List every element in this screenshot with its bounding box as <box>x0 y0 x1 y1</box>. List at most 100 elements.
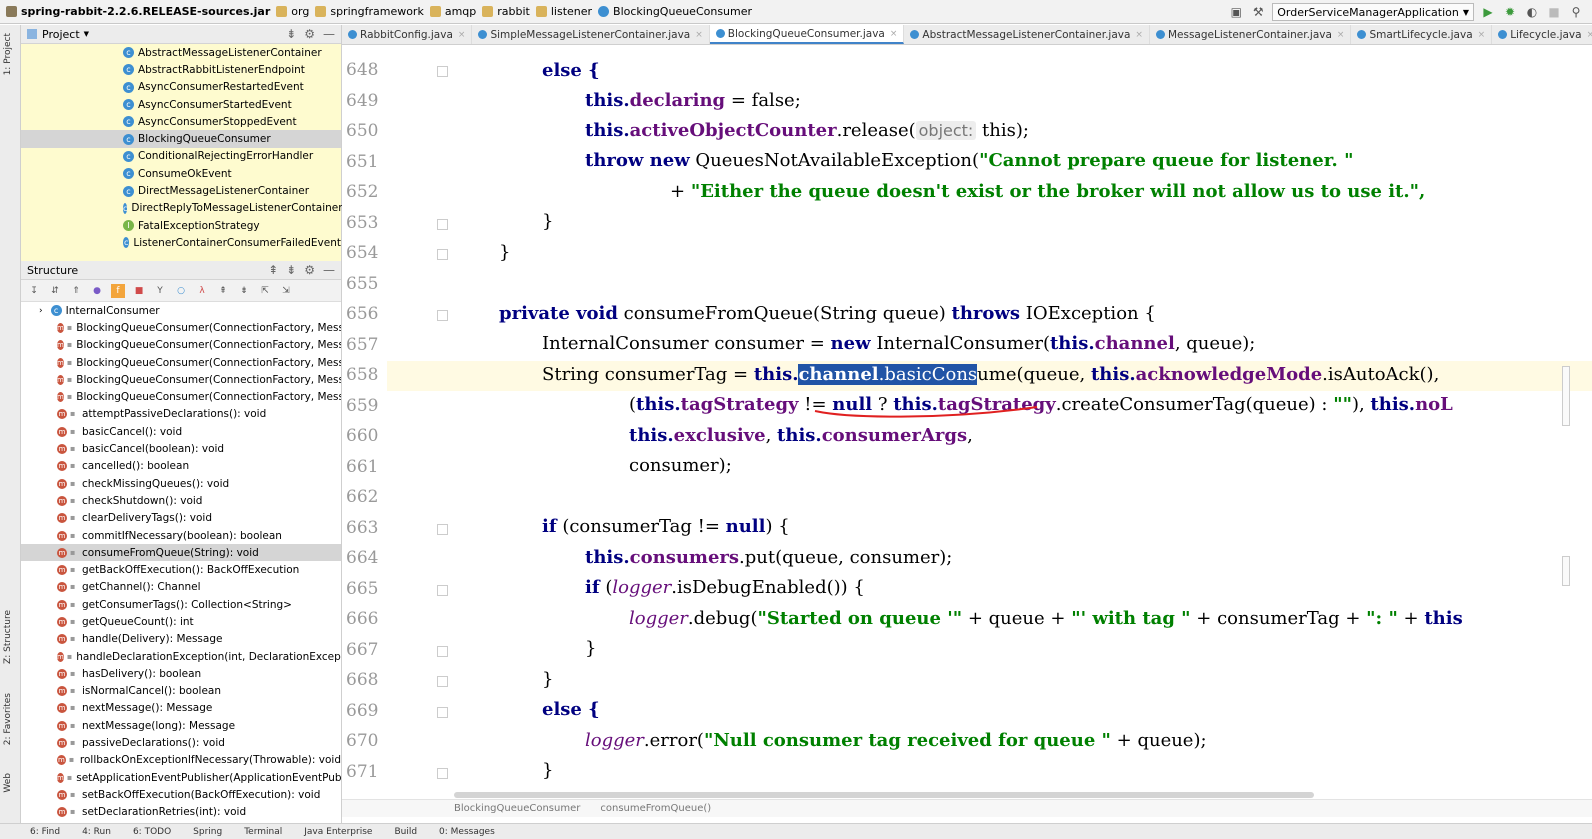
bottom-tool-tab[interactable]: Java Enterprise <box>304 827 372 837</box>
editor-breadcrumb-class[interactable]: BlockingQueueConsumer <box>454 803 580 814</box>
expand-all-icon[interactable]: ⇞ <box>268 263 278 277</box>
structure-item[interactable]: m ▪ getConsumerTags(): Collection<String> <box>21 596 341 613</box>
coverage-icon[interactable]: ◐ <box>1524 4 1540 20</box>
structure-item[interactable]: m ▪ nextMessage(): Message <box>21 700 341 717</box>
structure-tool-tab[interactable]: Z: Structure <box>3 610 13 664</box>
structure-item[interactable]: m ▪ getBackOffExecution(): BackOffExecutio… <box>21 561 341 578</box>
editor-tab[interactable]: BlockingQueueConsumer.java × <box>709 25 905 44</box>
structure-item[interactable]: m ▪ handle(Delivery): Message <box>21 631 341 648</box>
sort-visibility-icon[interactable]: ⇵ <box>48 284 62 298</box>
collapse-all-icon[interactable]: ⇟ <box>286 263 296 277</box>
structure-item[interactable]: m ▪ setApplicationEventPublisher(Applicati… <box>21 769 341 786</box>
structure-item[interactable]: m ▪ passiveDeclarations(): void <box>21 734 341 751</box>
structure-item[interactable]: m ▪ isNormalCancel(): boolean <box>21 683 341 700</box>
structure-item[interactable]: m ▪ cancelled(): boolean <box>21 458 341 475</box>
project-tree-item[interactable]: c ListenerContainerConsumerFailedEvent <box>21 234 341 251</box>
project-tree-item[interactable]: c AbstractMessageListenerContainer <box>21 44 341 61</box>
filter-icon[interactable]: Y <box>153 284 167 298</box>
show-properties-icon[interactable]: ● <box>90 284 104 298</box>
structure-root-item[interactable]: › c InternalConsumer <box>21 302 341 319</box>
layout-icon[interactable]: ▣ <box>1228 4 1244 20</box>
breadcrumb-springframework[interactable]: springframework <box>309 5 424 18</box>
autoscroll-from-source-icon[interactable]: ⇲ <box>279 284 293 298</box>
project-tree-item[interactable]: c DirectReplyToMessageListenerContainer <box>21 200 343 217</box>
structure-item[interactable]: m ▪ hasDelivery(): boolean <box>21 665 341 682</box>
close-icon[interactable]: × <box>695 30 703 40</box>
bottom-tool-tab[interactable]: 6: TODO <box>133 827 171 837</box>
project-tree-item[interactable]: I FatalExceptionStrategy <box>21 217 341 234</box>
structure-item[interactable]: m ▪ BlockingQueueConsumer(ConnectionFactor… <box>21 371 341 388</box>
bottom-tool-tab[interactable]: Terminal <box>244 827 282 837</box>
structure-item[interactable]: m ▪ BlockingQueueConsumer(ConnectionFactor… <box>21 354 341 371</box>
selected-text[interactable]: channel.basicCons <box>798 364 978 385</box>
breadcrumb-listener[interactable]: listener <box>530 5 592 18</box>
close-icon[interactable]: × <box>1587 30 1592 40</box>
chevron-right-icon[interactable]: › <box>39 306 43 316</box>
show-non-public-icon[interactable]: ■ <box>132 284 146 298</box>
gear-icon[interactable]: ⚙ <box>304 27 315 41</box>
project-tree-item[interactable]: c ConditionalRejectingErrorHandler <box>21 148 341 165</box>
breadcrumb-rabbit[interactable]: rabbit <box>476 5 530 18</box>
stop-icon[interactable]: ■ <box>1546 4 1562 20</box>
search-icon[interactable]: ⚲ <box>1568 4 1584 20</box>
structure-item[interactable]: m ▪ setBackOffExecution(BackOffExecution):… <box>21 786 341 803</box>
editor-tab[interactable]: Lifecycle.java × <box>1492 25 1592 44</box>
structure-item[interactable]: m ▪ checkShutdown(): void <box>21 492 341 509</box>
autoscroll-to-source-icon[interactable]: ⇱ <box>258 284 272 298</box>
editor-tab[interactable]: SmartLifecycle.java × <box>1351 25 1493 44</box>
close-icon[interactable]: × <box>1478 30 1486 40</box>
minimize-icon[interactable]: — <box>323 27 335 41</box>
run-configuration-select[interactable]: OrderServiceManagerApplication ▼ <box>1272 3 1474 21</box>
project-tree-item[interactable]: c AsyncConsumerStoppedEvent <box>21 113 341 130</box>
expand-icon[interactable]: ⇞ <box>216 284 230 298</box>
breadcrumb-class[interactable]: BlockingQueueConsumer <box>592 5 752 18</box>
project-tree-item[interactable]: c DirectMessageListenerContainer <box>21 182 341 199</box>
structure-item[interactable]: m ▪ clearDeliveryTags(): void <box>21 510 341 527</box>
editor-horizontal-scrollbar[interactable] <box>454 792 1314 798</box>
structure-item[interactable]: m ▪ nextMessage(long): Message <box>21 717 341 734</box>
minimize-icon[interactable]: — <box>323 263 335 277</box>
structure-item[interactable]: m ▪ BlockingQueueConsumer(ConnectionFactor… <box>21 319 341 336</box>
bottom-tool-tab[interactable]: 6: Find <box>30 827 60 837</box>
editor-tab[interactable]: MessageListenerContainer.java × <box>1150 25 1352 44</box>
editor-tab[interactable]: RabbitConfig.java × <box>342 25 473 44</box>
structure-item[interactable]: m ▪ getChannel(): Channel <box>21 579 341 596</box>
structure-item[interactable]: m ▪ commitIfNecessary(boolean): boolean <box>21 527 341 544</box>
close-icon[interactable]: × <box>890 29 898 39</box>
bottom-tool-tab[interactable]: Build <box>394 827 417 837</box>
breadcrumb-org[interactable]: org <box>270 5 309 18</box>
structure-item[interactable]: m ▪ basicCancel(): void <box>21 423 341 440</box>
collapse-icon[interactable]: ⇟ <box>237 284 251 298</box>
build-hammer-icon[interactable]: ⚒ <box>1250 4 1266 20</box>
project-tree-item[interactable]: c BlockingQueueConsumer <box>21 130 341 148</box>
structure-item[interactable]: m ▪ BlockingQueueConsumer(ConnectionFactor… <box>21 337 341 354</box>
breadcrumb-jar[interactable]: spring-rabbit-2.2.6.RELEASE-sources.jar <box>0 5 270 18</box>
editor-vertical-scrollbar[interactable] <box>1558 56 1572 816</box>
close-icon[interactable]: × <box>1135 30 1143 40</box>
breadcrumb-amqp[interactable]: amqp <box>424 5 476 18</box>
web-tool-tab[interactable]: Web <box>3 773 13 793</box>
structure-item[interactable]: m ▪ getQueueCount(): int <box>21 613 341 630</box>
sort-alpha-icon[interactable]: ↧ <box>27 284 41 298</box>
editor-breadcrumb-method[interactable]: consumeFromQueue() <box>600 803 711 814</box>
structure-item[interactable]: m ▪ BlockingQueueConsumer(ConnectionFactor… <box>21 388 341 405</box>
structure-item[interactable]: m ▪ attemptPassiveDeclarations(): void <box>21 406 341 423</box>
favorites-tool-tab[interactable]: 2: Favorites <box>3 693 13 745</box>
bottom-tool-tab[interactable]: 0: Messages <box>439 827 495 837</box>
gear-icon[interactable]: ⚙ <box>304 263 315 277</box>
run-icon[interactable]: ▶ <box>1480 4 1496 20</box>
project-tool-tab[interactable]: 1: Project <box>3 33 13 75</box>
editor-tab[interactable]: SimpleMessageListenerContainer.java × <box>472 25 710 44</box>
structure-item[interactable]: m ▪ consumeFromQueue(String): void <box>21 544 341 562</box>
editor-tab[interactable]: AbstractMessageListenerContainer.java × <box>904 25 1150 44</box>
close-icon[interactable]: × <box>458 30 466 40</box>
structure-item[interactable]: m ▪ rollbackOnExceptionIfNecessary(Throwab… <box>21 752 341 769</box>
close-icon[interactable]: × <box>1337 30 1345 40</box>
debug-icon[interactable]: ✹ <box>1502 4 1518 20</box>
bottom-tool-tab[interactable]: 4: Run <box>82 827 111 837</box>
project-tree-item[interactable]: c AsyncConsumerStartedEvent <box>21 96 341 113</box>
structure-item[interactable]: m ▪ checkMissingQueues(): void <box>21 475 341 492</box>
inherited-icon[interactable]: ⇑ <box>69 284 83 298</box>
show-fields-icon[interactable]: f <box>111 283 125 298</box>
show-anonymous-icon[interactable]: ○ <box>174 284 188 298</box>
